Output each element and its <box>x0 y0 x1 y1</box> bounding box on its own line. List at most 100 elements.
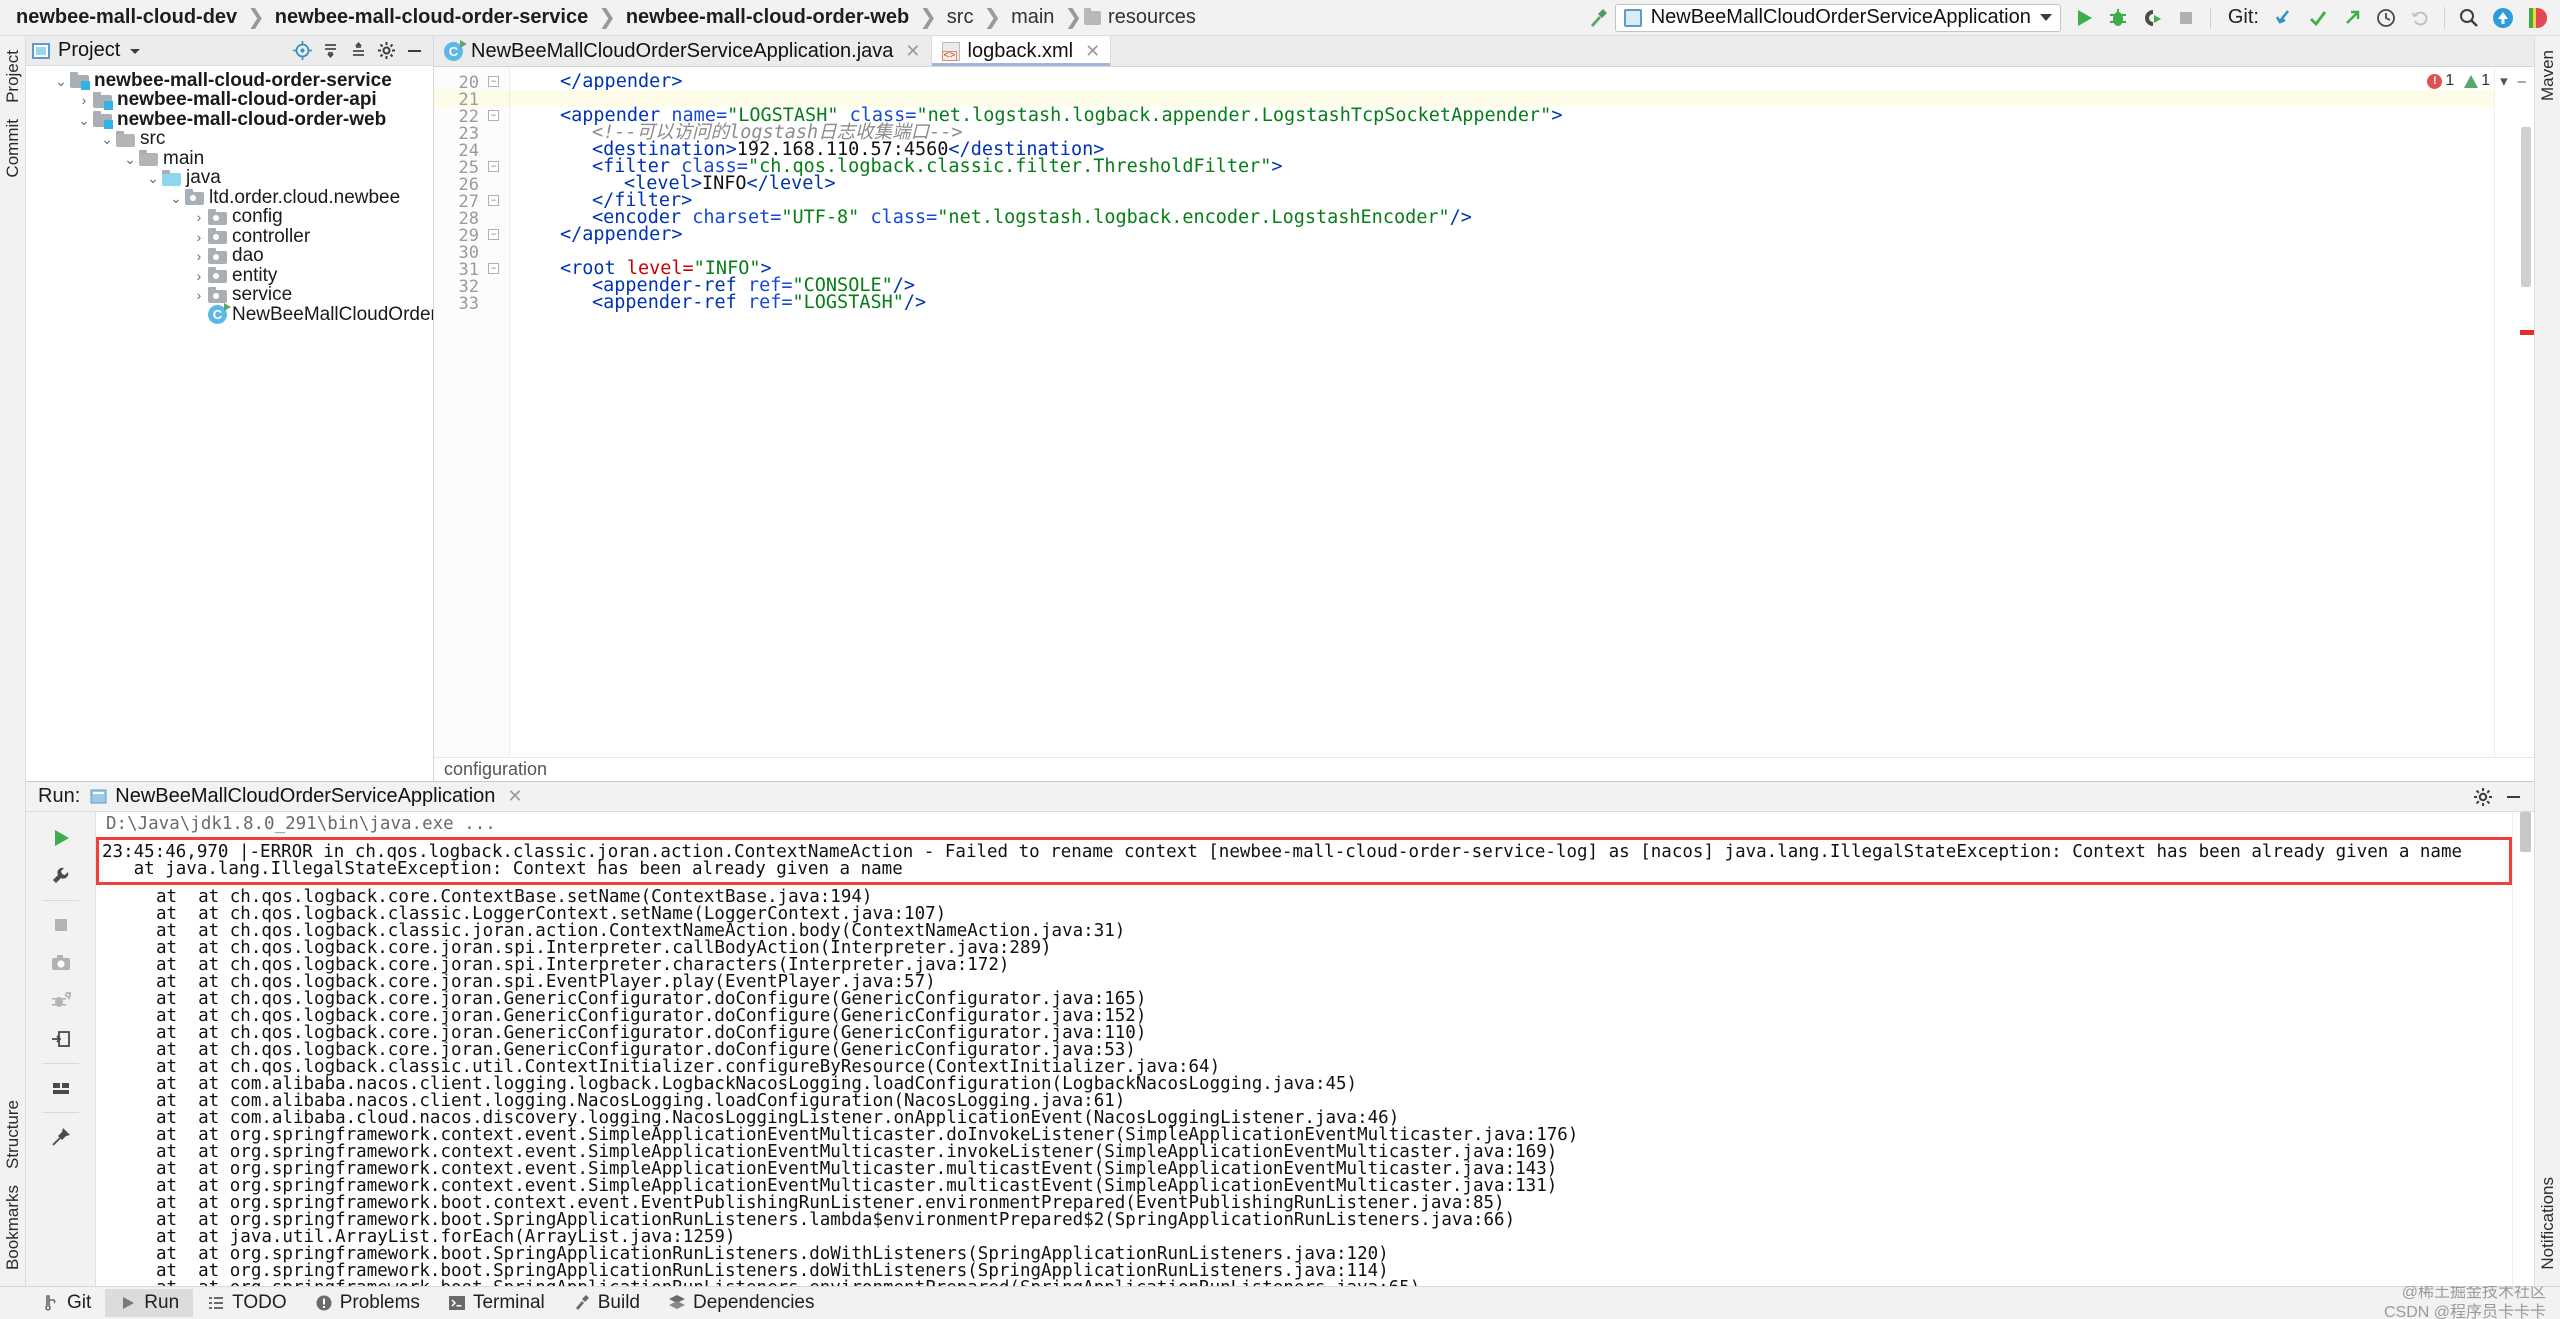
hide-icon[interactable] <box>401 39 427 63</box>
tree-node[interactable]: ⌄ newbee-mall-cloud-order-service <box>26 70 433 91</box>
hammer-icon[interactable] <box>1581 3 1615 33</box>
locate-icon[interactable] <box>289 39 315 63</box>
stop-icon[interactable] <box>41 907 81 943</box>
chevron-right-icon[interactable]: › <box>75 91 93 109</box>
breadcrumb-item-5[interactable]: resources <box>1084 6 1204 29</box>
run-panel-tab[interactable]: NewBeeMallCloudOrderServiceApplication ✕ <box>90 785 523 808</box>
minimize-icon[interactable] <box>2500 785 2526 809</box>
fold-marker[interactable]: − <box>488 110 499 121</box>
export-icon[interactable] <box>41 1021 81 1057</box>
updates-icon[interactable] <box>2486 3 2520 33</box>
commit-icon[interactable] <box>2301 3 2335 33</box>
status-bar-item-terminal[interactable]: Terminal <box>434 1289 559 1317</box>
tree-node[interactable]: ⌄ ltd.order.cloud.newbee <box>26 187 433 208</box>
tool-window-button-structure[interactable]: Structure <box>3 1092 23 1177</box>
code-line[interactable]: </appender> <box>510 225 683 244</box>
chevron-down-icon[interactable]: ▾ <box>2500 72 2508 90</box>
editor-code[interactable]: </appender> <appender name="LOGSTASH" cla… <box>510 67 2494 757</box>
close-icon[interactable]: ✕ <box>507 786 522 807</box>
breadcrumb-item-1[interactable]: newbee-mall-cloud-order-service <box>267 6 596 29</box>
push-icon[interactable] <box>2335 3 2369 33</box>
status-bar-item-dependencies[interactable]: Dependencies <box>654 1289 828 1317</box>
status-bar-item-git[interactable]: Git <box>28 1289 105 1317</box>
tree-node[interactable]: › newbee-mall-cloud-order-api <box>26 89 433 110</box>
chevron-right-icon[interactable]: › <box>190 267 208 285</box>
chevron-right-icon[interactable]: › <box>190 208 208 226</box>
stop-icon[interactable] <box>2169 3 2203 33</box>
fold-marker[interactable]: − <box>488 76 499 87</box>
project-tree[interactable]: ⌄ newbee-mall-cloud-order-service › newbee-… <box>26 66 433 781</box>
chevron-right-icon[interactable]: › <box>190 286 208 304</box>
chevron-down-icon[interactable] <box>128 44 142 58</box>
inspection-widget[interactable]: ! 1 1 ▾ – <box>2427 72 2526 90</box>
tool-window-button-commit[interactable]: Commit <box>3 111 23 186</box>
tree-node[interactable]: › config <box>26 206 433 227</box>
tool-window-button-notifications[interactable]: Notifications <box>2538 1169 2558 1278</box>
rerun-icon[interactable] <box>41 820 81 856</box>
chevron-down-icon[interactable]: ⌄ <box>98 130 116 148</box>
tree-node[interactable]: › entity <box>26 265 433 286</box>
status-bar-item-problems[interactable]: Problems <box>301 1289 434 1317</box>
gear-icon[interactable] <box>2470 785 2496 809</box>
console-scrollbar[interactable] <box>2512 812 2534 1286</box>
tree-node[interactable]: ⌄ newbee-mall-cloud-order-web <box>26 109 433 130</box>
collapse-all-icon[interactable] <box>317 39 343 63</box>
breadcrumb-item-0[interactable]: newbee-mall-cloud-dev <box>8 6 245 29</box>
editor-tab-0[interactable]: C NewBeeMallCloudOrderServiceApplication.… <box>434 36 932 66</box>
tree-node[interactable]: CNewBeeMallCloudOrderServiceApplication <box>26 303 433 325</box>
breadcrumb-item-3[interactable]: src <box>939 6 982 29</box>
fold-marker[interactable]: − <box>488 229 499 240</box>
run-with-coverage-icon[interactable] <box>2135 3 2169 33</box>
chevron-down-icon[interactable]: ⌄ <box>144 169 162 187</box>
breadcrumb-item-4[interactable]: main <box>1003 6 1062 29</box>
chevron-down-icon[interactable]: ⌄ <box>75 111 93 129</box>
fold-marker[interactable]: − <box>488 161 499 172</box>
screenshot-icon[interactable] <box>41 945 81 981</box>
tree-node[interactable]: ⌄ main <box>26 148 433 169</box>
code-line[interactable] <box>510 243 528 260</box>
layout-icon[interactable] <box>41 1070 81 1106</box>
expand-all-icon[interactable] <box>345 39 371 63</box>
minimize-editor-icon[interactable]: – <box>2518 73 2526 90</box>
tool-window-button-bookmarks[interactable]: Bookmarks <box>3 1177 23 1278</box>
thread-dump-icon[interactable] <box>41 983 81 1019</box>
editor-marker-bar[interactable]: ! 1 1 ▾ – <box>2427 67 2534 757</box>
chevron-down-icon[interactable]: ⌄ <box>167 189 185 207</box>
run-console[interactable]: D:\Java\jdk1.8.0_291\bin\java.exe ... 23:… <box>96 812 2512 1286</box>
console-scrollbar-thumb[interactable] <box>2520 812 2531 852</box>
close-icon[interactable]: ✕ <box>905 41 920 62</box>
code-line[interactable]: <appender-ref ref="LOGSTASH"/> <box>510 293 926 312</box>
debug-icon[interactable] <box>2101 3 2135 33</box>
tree-node[interactable]: ⌄ java <box>26 167 433 188</box>
close-icon[interactable]: ✕ <box>1085 41 1100 62</box>
tool-window-button-maven[interactable]: Maven <box>2538 42 2558 109</box>
status-bar-item-build[interactable]: Build <box>559 1289 654 1317</box>
breadcrumb-item-2[interactable]: newbee-mall-cloud-order-web <box>618 6 917 29</box>
settings-wrench-icon[interactable] <box>41 858 81 894</box>
rollback-icon[interactable] <box>2403 3 2437 33</box>
ide-logo-icon[interactable] <box>2520 3 2554 33</box>
run-configuration-selector[interactable]: NewBeeMallCloudOrderServiceApplication <box>1614 3 2061 32</box>
run-icon[interactable] <box>2067 3 2101 33</box>
tree-node[interactable]: › service <box>26 284 433 305</box>
code-line[interactable] <box>510 90 528 107</box>
editor-scrollbar-thumb[interactable] <box>2521 127 2531 287</box>
chevron-right-icon[interactable]: › <box>190 247 208 265</box>
tree-node[interactable]: ⌄ src <box>26 128 433 149</box>
status-bar-item-run[interactable]: Run <box>105 1289 194 1317</box>
fold-marker[interactable]: − <box>488 195 499 206</box>
chevron-right-icon[interactable]: › <box>190 228 208 246</box>
settings-icon[interactable] <box>373 39 399 63</box>
editor-tab-1[interactable]: logback.xml ✕ <box>931 36 1112 66</box>
pin-icon[interactable] <box>41 1119 81 1155</box>
update-project-icon[interactable] <box>2267 3 2301 33</box>
chevron-down-icon[interactable]: ⌄ <box>52 72 70 90</box>
error-marker[interactable] <box>2520 330 2534 335</box>
fold-marker[interactable]: − <box>488 263 499 274</box>
status-bar-item-todo[interactable]: TODO <box>193 1289 301 1317</box>
editor-gutter[interactable]: 20−21 22−23 24 25−26 27−28 29−30 31−32 33 <box>434 67 510 757</box>
tree-node[interactable]: › dao <box>26 245 433 266</box>
code-line[interactable]: </appender> <box>510 72 683 91</box>
chevron-down-icon[interactable]: ⌄ <box>121 150 139 168</box>
tool-window-button-project[interactable]: Project <box>3 42 23 111</box>
